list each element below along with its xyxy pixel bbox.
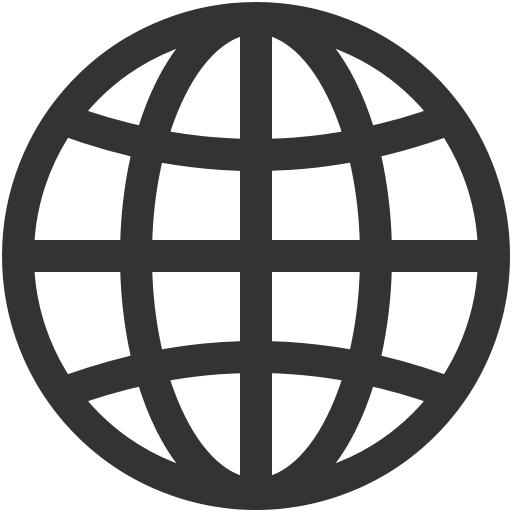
globe-icon-container <box>0 0 512 512</box>
globe-icon <box>2 2 510 510</box>
